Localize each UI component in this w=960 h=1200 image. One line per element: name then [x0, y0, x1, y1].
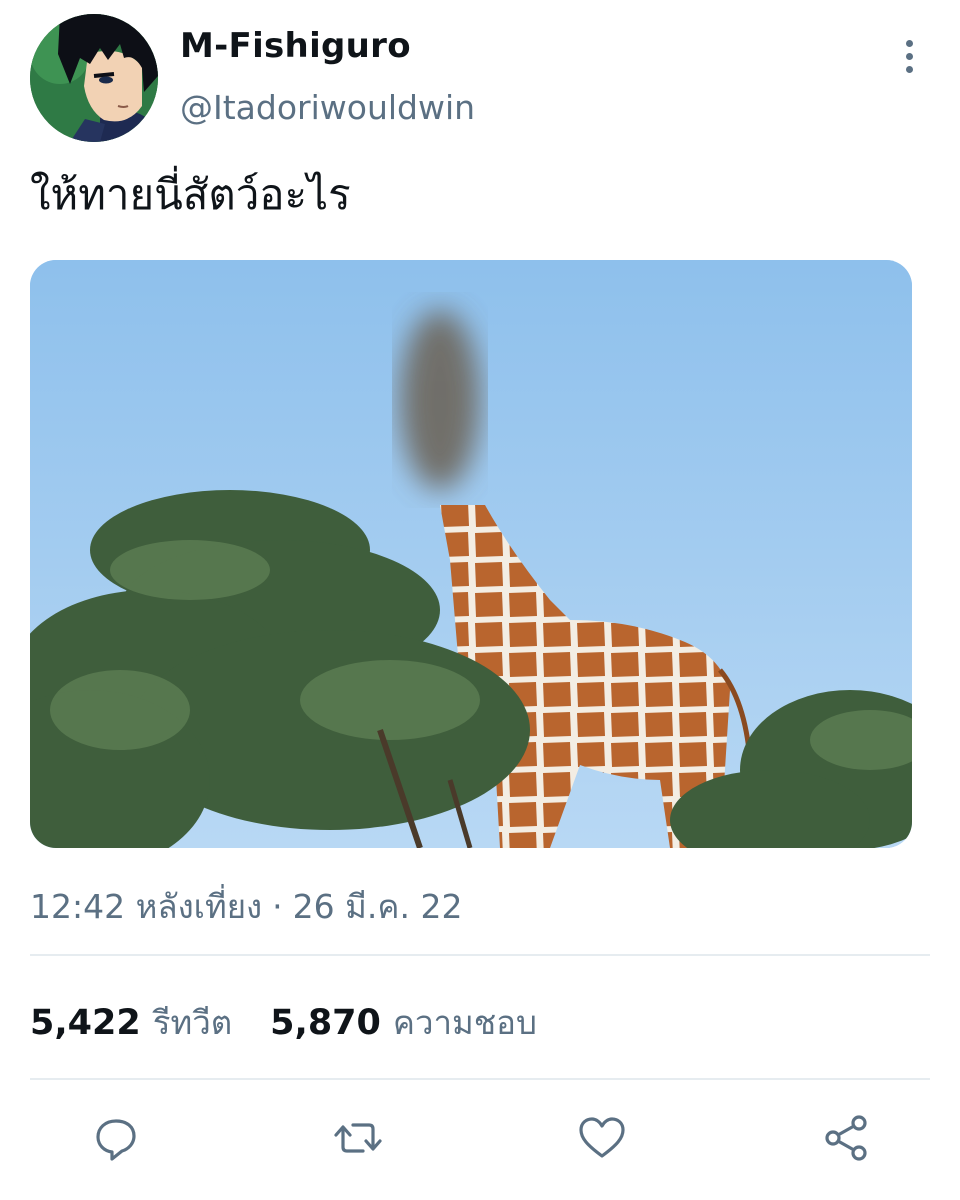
timestamp-separator: ·	[272, 887, 283, 926]
retweet-icon	[334, 1123, 382, 1153]
likes-count: 5,870	[270, 1003, 381, 1043]
more-options-button[interactable]	[890, 34, 928, 78]
more-dot-icon	[905, 39, 913, 47]
tweet-media-image[interactable]	[30, 260, 912, 848]
share-button[interactable]	[816, 1108, 876, 1168]
more-dot-icon	[905, 65, 913, 73]
retweet-button[interactable]	[328, 1108, 388, 1168]
like-button[interactable]	[572, 1108, 632, 1168]
reply-button[interactable]	[86, 1108, 146, 1168]
heart-icon	[579, 1117, 625, 1158]
more-dot-icon	[905, 52, 913, 60]
reply-icon	[96, 1119, 136, 1161]
avatar[interactable]	[30, 14, 158, 142]
user-handle[interactable]: @Itadoriwouldwin	[180, 88, 475, 127]
tweet-date: 26 มี.ค. 22	[292, 887, 463, 926]
divider	[30, 954, 930, 956]
retweets-count: 5,422	[30, 1003, 141, 1043]
retweets-stat[interactable]: 5,422 รีทวีต	[30, 996, 232, 1049]
tweet-timestamp[interactable]: 12:42 หลังเที่ยง · 26 มี.ค. 22	[30, 880, 462, 933]
tweet-time: 12:42 หลังเที่ยง	[30, 887, 263, 926]
likes-label: ความชอบ	[392, 1003, 537, 1042]
engagement-stats: 5,422 รีทวีต 5,870 ความชอบ	[30, 996, 575, 1049]
display-name[interactable]: M-Fishiguro	[180, 26, 411, 66]
retweets-label: รีทวีต	[152, 1003, 233, 1042]
tweet-text: ให้ทายนี่สัตว์อะไร	[30, 170, 351, 219]
likes-stat[interactable]: 5,870 ความชอบ	[270, 996, 537, 1049]
giraffe-photo-icon	[30, 260, 912, 848]
anime-character-avatar-icon	[30, 14, 158, 142]
divider	[30, 1078, 930, 1080]
share-icon	[825, 1115, 867, 1161]
tweet-actions-bar	[0, 1108, 960, 1168]
